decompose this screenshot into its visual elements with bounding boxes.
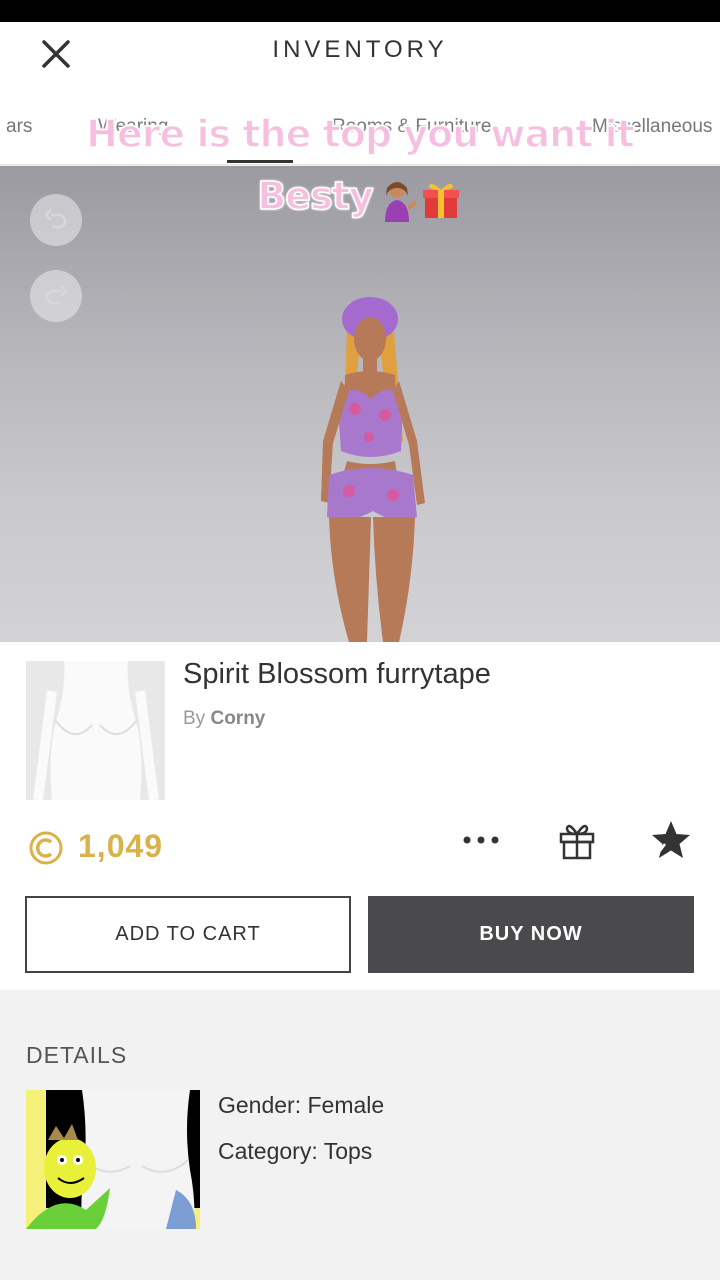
- add-to-cart-button[interactable]: ADD TO CART: [25, 896, 351, 973]
- by-label: By: [183, 708, 206, 729]
- caption-line-1: Here is the top you want it: [85, 111, 635, 157]
- favorite-star-icon: [652, 821, 690, 858]
- coin-icon: [29, 831, 63, 865]
- avatar-figure: [321, 297, 425, 642]
- product-byline: By Corny: [183, 708, 265, 730]
- details-heading: DETAILS: [26, 1042, 128, 1068]
- gift-icon: [559, 824, 595, 860]
- redo-button[interactable]: [30, 270, 82, 322]
- inventory-screen: INVENTORY ars Wearing Rooms & Furniture …: [0, 0, 720, 1280]
- avatar-preview[interactable]: [0, 166, 720, 642]
- more-options-button[interactable]: [459, 818, 503, 862]
- price-value: 1,049: [78, 828, 164, 864]
- gift-button[interactable]: [555, 818, 599, 862]
- creator-link[interactable]: Corny: [210, 708, 265, 729]
- gift-emoji-icon: [422, 183, 459, 218]
- person-tipping-hand-icon: [384, 181, 417, 222]
- details-section: DETAILS Gender: Female Category: Tops: [0, 990, 720, 1280]
- redo-icon: [45, 285, 68, 305]
- favorite-button[interactable]: [649, 818, 693, 862]
- caption-emojis: [375, 175, 463, 222]
- header: INVENTORY: [0, 22, 720, 92]
- active-tab-indicator: [227, 160, 293, 163]
- caption-line-2: Besty: [0, 173, 720, 222]
- page-title: INVENTORY: [272, 36, 448, 63]
- item-preview-image: [26, 1090, 200, 1229]
- details-thumbnail: [26, 1090, 200, 1229]
- status-bar: [0, 0, 720, 22]
- product-name: Spirit Blossom furrytape: [183, 658, 491, 690]
- product-panel: Spirit Blossom furrytape By Corny 1,049: [0, 642, 720, 990]
- torso-thumbnail-image: [33, 661, 159, 801]
- buy-now-button[interactable]: BUY NOW: [368, 896, 694, 973]
- caption-text: Besty: [257, 173, 375, 219]
- detail-gender: Gender: Female: [218, 1092, 385, 1118]
- product-thumbnail[interactable]: [26, 661, 165, 801]
- more-icon: [463, 836, 499, 844]
- detail-category: Category: Tops: [218, 1138, 373, 1164]
